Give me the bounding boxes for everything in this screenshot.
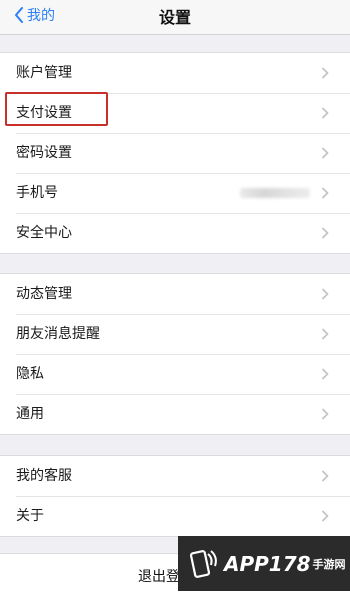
phone-logo-icon xyxy=(189,549,217,578)
settings-item-label: 隐私 xyxy=(16,366,44,382)
settings-item-customer-service[interactable]: 我的客服 xyxy=(0,456,350,496)
settings-group-support: 我的客服 关于 xyxy=(0,455,350,537)
settings-item-label: 我的客服 xyxy=(16,468,72,484)
logout-button[interactable]: 退出登 xyxy=(138,566,180,586)
settings-item-password[interactable]: 密码设置 xyxy=(0,133,350,173)
settings-item-moments-management[interactable]: 动态管理 xyxy=(0,274,350,314)
chevron-right-icon xyxy=(321,187,329,199)
settings-item-label: 安全中心 xyxy=(16,225,72,241)
chevron-right-icon xyxy=(321,107,329,119)
settings-item-account-management[interactable]: 账户管理 xyxy=(0,53,350,93)
settings-item-label: 支付设置 xyxy=(16,105,72,121)
chevron-right-icon xyxy=(321,227,329,239)
page-title: 设置 xyxy=(158,8,191,27)
settings-item-general[interactable]: 通用 xyxy=(0,394,350,434)
chevron-right-icon xyxy=(321,147,329,159)
watermark-brand: APP178 xyxy=(224,551,311,576)
settings-item-security-center[interactable]: 安全中心 xyxy=(0,213,350,253)
settings-item-phone[interactable]: 手机号 xyxy=(0,173,350,213)
chevron-right-icon xyxy=(321,408,329,420)
settings-item-label: 朋友消息提醒 xyxy=(16,326,100,342)
settings-group-account: 账户管理 支付设置 密码设置 手机号 安全中心 xyxy=(0,52,350,254)
nav-bar: 我的 设置 xyxy=(0,0,350,35)
chevron-right-icon xyxy=(321,510,329,522)
chevron-right-icon xyxy=(321,470,329,482)
settings-item-about[interactable]: 关于 xyxy=(0,496,350,536)
chevron-right-icon xyxy=(321,288,329,300)
settings-item-friend-notifications[interactable]: 朋友消息提醒 xyxy=(0,314,350,354)
settings-item-privacy[interactable]: 隐私 xyxy=(0,354,350,394)
settings-item-label: 手机号 xyxy=(16,185,58,201)
settings-item-label: 动态管理 xyxy=(16,286,72,302)
settings-item-label: 通用 xyxy=(16,406,44,422)
settings-item-label: 关于 xyxy=(16,508,44,524)
settings-group-social: 动态管理 朋友消息提醒 隐私 通用 xyxy=(0,273,350,435)
settings-item-payment[interactable]: 支付设置 xyxy=(0,93,350,133)
settings-item-label: 账户管理 xyxy=(16,65,72,81)
settings-item-label: 密码设置 xyxy=(16,145,72,161)
chevron-right-icon xyxy=(321,328,329,340)
watermark: APP178 手游网 xyxy=(178,536,350,591)
chevron-right-icon xyxy=(321,67,329,79)
chevron-right-icon xyxy=(321,368,329,380)
watermark-sub: 手游网 xyxy=(312,557,346,571)
phone-number-blurred xyxy=(240,188,310,198)
